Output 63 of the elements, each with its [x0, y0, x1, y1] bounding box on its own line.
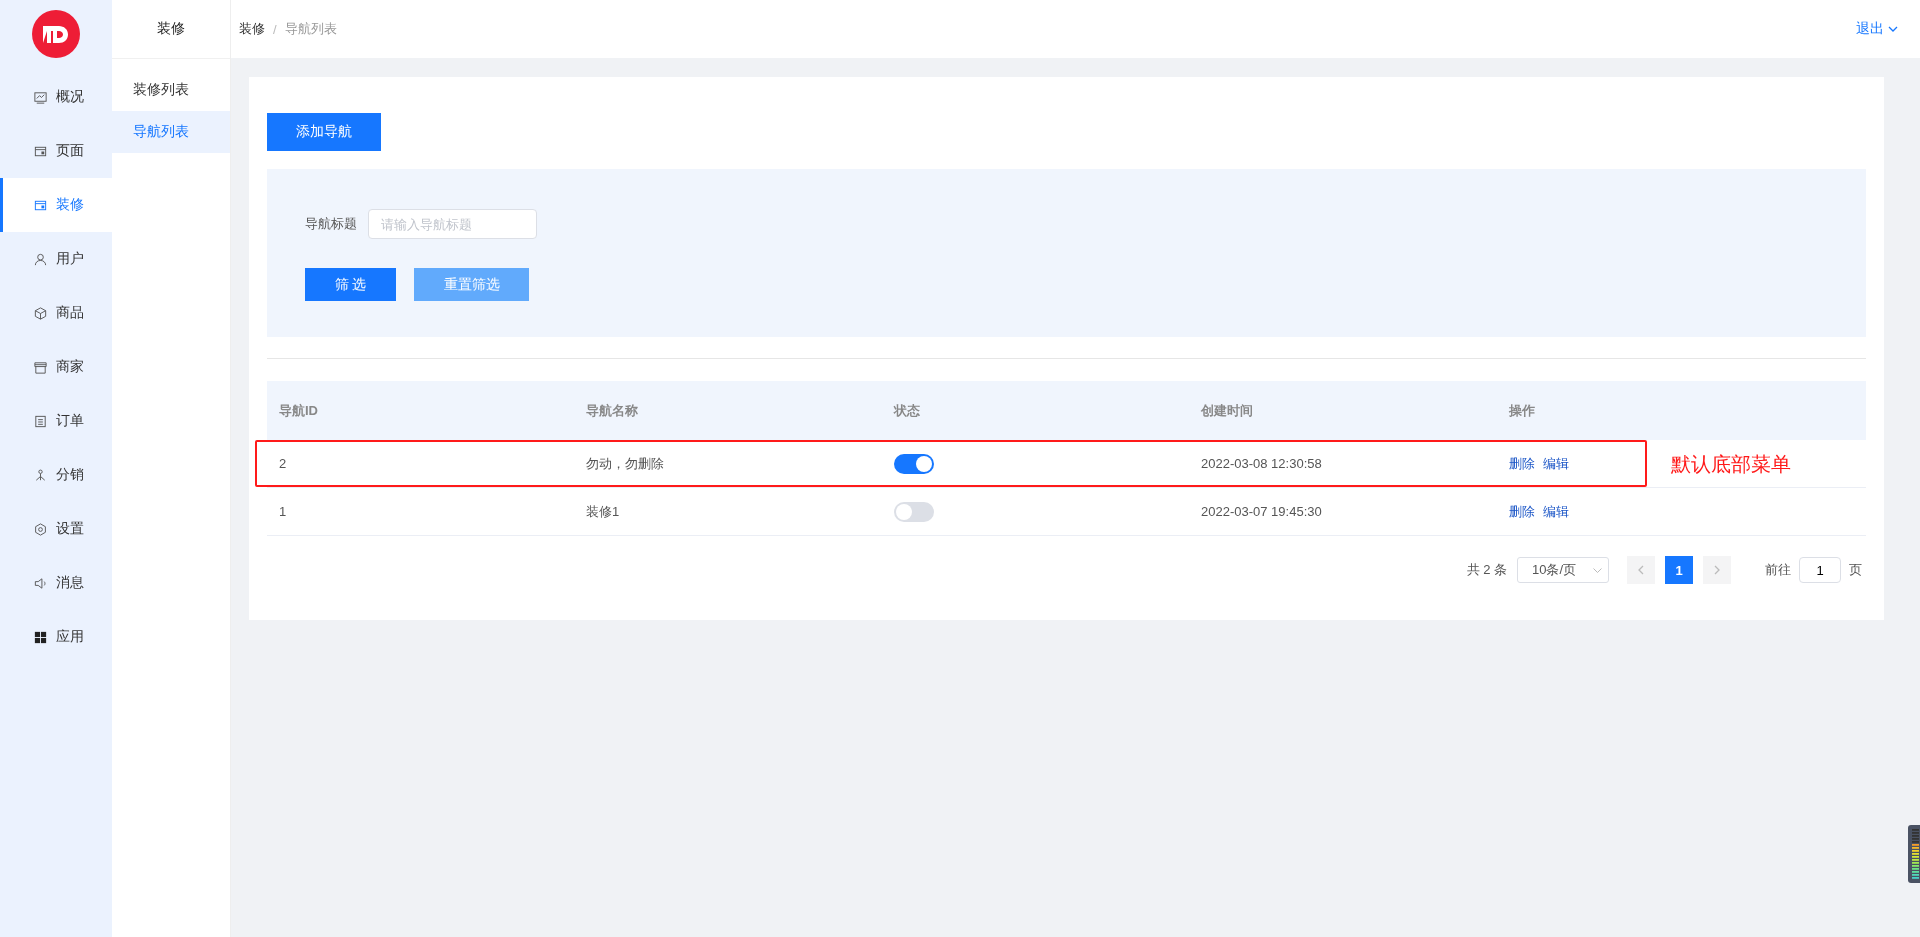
logout-menu[interactable]: 退出: [1856, 20, 1898, 38]
table-cell-text: 2: [278, 456, 288, 471]
chart-icon: [33, 89, 48, 105]
breadcrumb-item: 导航列表: [284, 20, 337, 38]
settings-icon: [33, 521, 48, 537]
page-size-select[interactable]: 10条/页: [1517, 557, 1609, 583]
submenu-title: 装修: [157, 20, 185, 38]
edit-link[interactable]: 编辑: [1543, 502, 1569, 521]
table-cell-text: 2022-03-07 19:45:30: [1200, 504, 1323, 519]
total-count: 共 2 条: [1466, 561, 1507, 579]
store-icon: [33, 359, 48, 375]
speaker-icon: [33, 575, 48, 591]
chevron-left-icon: [1638, 565, 1644, 575]
sidebar-item[interactable]: 应用: [0, 610, 112, 664]
column-header: 操作: [1508, 401, 1536, 420]
table-cell-text: 勿动，勿删除: [585, 454, 665, 473]
breadcrumb-separator: /: [273, 21, 277, 37]
grid-icon: [33, 629, 48, 645]
logo-icon: [32, 10, 80, 58]
chevron-down-icon: [1593, 567, 1602, 573]
add-navigation-button[interactable]: 添加导航: [267, 113, 381, 151]
table-cell-text: 1: [278, 504, 288, 519]
submenu-item[interactable]: 导航列表: [112, 111, 230, 153]
sidebar-item[interactable]: 消息: [0, 556, 112, 610]
chevron-down-icon: [1888, 26, 1898, 32]
status-toggle[interactable]: [894, 453, 934, 474]
page-suffix: 页: [1849, 561, 1862, 579]
cube-icon: [33, 305, 48, 321]
hierarchy-icon: [33, 467, 48, 483]
sidebar-item[interactable]: 装修: [0, 178, 112, 232]
sidebar-item[interactable]: 概况: [0, 70, 112, 124]
submenu-item[interactable]: 装修列表: [112, 69, 230, 111]
status-toggle[interactable]: [894, 501, 934, 522]
sidebar-item[interactable]: 用户: [0, 232, 112, 286]
delete-link[interactable]: 删除: [1509, 454, 1535, 473]
breadcrumb-item[interactable]: 装修: [239, 20, 265, 38]
sidebar-item[interactable]: 设置: [0, 502, 112, 556]
sidebar-item[interactable]: 商品: [0, 286, 112, 340]
goto-label: 前往: [1765, 561, 1791, 579]
sidebar-item[interactable]: 商家: [0, 340, 112, 394]
sidebar-item[interactable]: 订单: [0, 394, 112, 448]
next-page-button[interactable]: [1703, 556, 1731, 584]
field-label: 导航标题: [305, 215, 357, 233]
column-header: 导航ID: [278, 401, 319, 420]
column-header: 状态: [892, 401, 921, 420]
prev-page-button[interactable]: [1627, 556, 1655, 584]
level-meter-drawing: [1908, 825, 1920, 883]
table-cell-text: 装修1: [585, 502, 621, 521]
page-number[interactable]: 1: [1665, 556, 1693, 584]
chevron-right-icon: [1714, 565, 1720, 575]
filter-button[interactable]: 筛 选: [305, 268, 396, 301]
delete-link[interactable]: 删除: [1509, 502, 1535, 521]
annotation-text: 默认底部菜单: [1670, 452, 1791, 477]
sidebar-item[interactable]: 分销: [0, 448, 112, 502]
column-header: 导航名称: [585, 401, 639, 420]
user-icon: [33, 251, 48, 267]
column-header: 创建时间: [1200, 401, 1254, 420]
edit-link[interactable]: 编辑: [1543, 454, 1569, 473]
goto-page-field[interactable]: 1: [1799, 557, 1841, 583]
navigation-title-field[interactable]: 请输入导航标题: [368, 209, 537, 239]
document-icon: [33, 413, 48, 429]
table-cell-text: 2022-03-08 12:30:58: [1200, 456, 1323, 471]
sidebar-item[interactable]: 页面: [0, 124, 112, 178]
